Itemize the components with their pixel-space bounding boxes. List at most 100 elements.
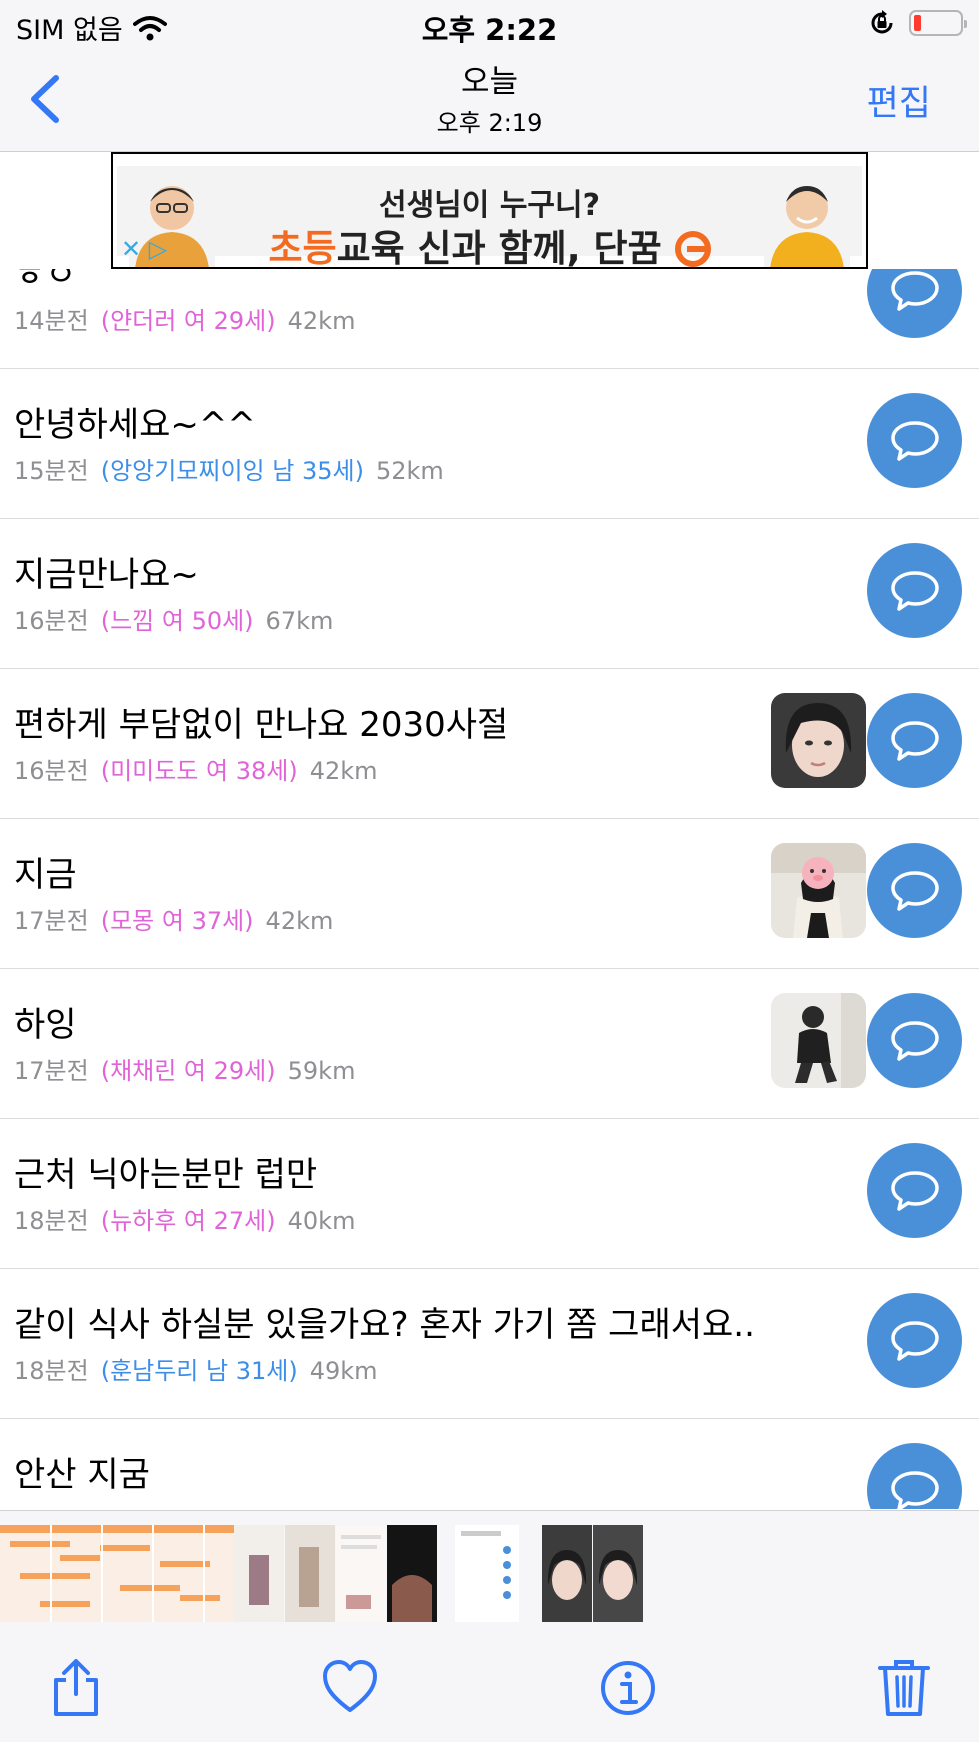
post-title: 하잉 — [14, 1005, 77, 1045]
status-right — [869, 10, 967, 36]
photo-thumbnail[interactable] — [455, 1525, 519, 1622]
profile-photo[interactable] — [771, 693, 866, 788]
speech-bubble-icon — [890, 720, 939, 761]
speech-bubble-icon — [890, 1470, 939, 1509]
post-time: 18분전 — [14, 1207, 89, 1235]
post-distance: 49km — [309, 1357, 378, 1385]
post-user[interactable]: (채채린 여 29세) — [101, 1057, 276, 1085]
post-meta: 17분전 (채채린 여 29세) 59km — [14, 1051, 355, 1086]
post-meta: 15분전 (앙앙기모찌이잉 남 35세) 52km — [14, 451, 444, 486]
post-meta: 14분전 (얀더러 여 29세) 42km — [14, 301, 355, 336]
chat-button[interactable] — [867, 693, 962, 788]
chat-button[interactable] — [867, 1293, 962, 1388]
speech-bubble-icon — [890, 1020, 939, 1061]
post-time: 16분전 — [14, 607, 89, 635]
status-bar: SIM 없음 오후 2:22 — [0, 0, 979, 50]
list-item[interactable]: 안녕하세요~^^ 15분전 (앙앙기모찌이잉 남 35세) 52km — [0, 369, 979, 519]
list-item[interactable]: ㅎㅇ 14분전 (얀더러 여 29세) 42km — [0, 269, 979, 369]
post-user[interactable]: (미미도도 여 38세) — [101, 757, 298, 785]
ad-slogan-mid: 교육 신과 함께, — [336, 227, 594, 269]
post-distance: 40km — [287, 1207, 356, 1235]
rotation-lock-icon — [871, 10, 893, 34]
post-distance: 42km — [309, 757, 378, 785]
profile-photo[interactable] — [771, 993, 866, 1088]
list-item[interactable]: 근처 닉아는분만 럽만 18분전 (뉴하후 여 27세) 40km — [0, 1119, 979, 1269]
ad-slogan: 초등교육 신과 함께, 단꿈 — [117, 218, 862, 269]
post-title: 안녕하세요~^^ — [14, 405, 256, 445]
nav-bar: 오늘 오후 2:19 편집 — [0, 50, 979, 152]
ad-banner[interactable]: 선생님이 누구니? 초등교육 신과 함께, 단꿈 ✕ ▷ — [111, 152, 868, 269]
ad-choices-icon[interactable]: ✕ ▷ — [121, 235, 167, 263]
post-time: 16분전 — [14, 757, 89, 785]
chat-button[interactable] — [867, 543, 962, 638]
photo-thumbnail[interactable] — [593, 1525, 643, 1622]
post-time: 17분전 — [14, 907, 89, 935]
post-distance: 42km — [287, 307, 356, 335]
post-user[interactable]: (느낌 여 50세) — [101, 607, 254, 635]
chat-button[interactable] — [867, 843, 962, 938]
photo-strip — [0, 1510, 979, 1630]
heart-icon[interactable] — [322, 1658, 378, 1718]
post-time: 18분전 — [14, 1357, 89, 1385]
photo-thumbnail[interactable] — [336, 1525, 386, 1622]
photo-thumbnail[interactable] — [0, 1525, 234, 1622]
nav-subtitle: 오후 2:19 — [436, 109, 543, 137]
battery-level — [914, 15, 921, 31]
speech-bubble-icon — [890, 420, 939, 461]
post-time: 14분전 — [14, 307, 89, 335]
post-meta: 18분전 (뉴하후 여 27세) 40km — [14, 1201, 355, 1236]
list-item[interactable]: 같이 식사 하실분 있을가요? 혼자 가기 쫌 그래서요.. 18분전 (훈남두리… — [0, 1269, 979, 1419]
edit-button[interactable]: 편집 — [867, 75, 931, 126]
post-user[interactable]: (모몽 여 37세) — [101, 907, 254, 935]
post-time: 17분전 — [14, 1057, 89, 1085]
ad-slogan-highlight: 초등 — [268, 227, 337, 269]
post-distance: 42km — [265, 907, 334, 935]
post-user[interactable]: (뉴하후 여 27세) — [101, 1207, 276, 1235]
ad-logo-icon — [674, 231, 711, 267]
speech-bubble-icon — [890, 270, 939, 311]
post-distance: 52km — [375, 457, 444, 485]
profile-photo[interactable] — [771, 843, 866, 938]
list-item[interactable]: 지금 17분전 (모몽 여 37세) 42km — [0, 819, 979, 969]
speech-bubble-icon — [890, 870, 939, 911]
status-time: 오후 2:22 — [421, 13, 558, 47]
chat-button[interactable] — [867, 393, 962, 488]
chat-button[interactable] — [867, 1143, 962, 1238]
speech-bubble-icon — [890, 570, 939, 611]
chat-button[interactable] — [867, 1443, 962, 1509]
chat-button[interactable] — [867, 269, 962, 338]
photo-thumbnail[interactable] — [285, 1525, 335, 1622]
ad-slogan-brand: 단꿈 — [593, 227, 662, 269]
post-title: ㅎㅇ — [14, 269, 77, 295]
post-list: ㅎㅇ 14분전 (얀더러 여 29세) 42km 안녕하세요~^^ 15분전 (앙앙기… — [0, 269, 979, 1509]
list-item[interactable]: 편하게 부담없이 만나요 2030사절 16분전 (미미도도 여 38세) 42km — [0, 669, 979, 819]
list-item[interactable]: 하잉 17분전 (채채린 여 29세) 59km — [0, 969, 979, 1119]
speech-bubble-icon — [890, 1320, 939, 1361]
post-user[interactable]: (훈남두리 남 31세) — [101, 1357, 298, 1385]
info-icon[interactable] — [600, 1658, 656, 1718]
post-distance: 59km — [287, 1057, 356, 1085]
post-title: 지금 — [14, 855, 77, 895]
photo-thumbnail[interactable] — [542, 1525, 592, 1622]
bottom-toolbar — [0, 1630, 979, 1742]
list-item[interactable]: 안산 지굼 — [0, 1419, 979, 1509]
post-distance: 67km — [265, 607, 334, 635]
photo-thumbnail[interactable] — [234, 1525, 284, 1622]
trash-icon[interactable] — [876, 1658, 932, 1718]
ad-person-image — [764, 174, 850, 267]
post-meta: 17분전 (모몽 여 37세) 42km — [14, 901, 333, 936]
post-user[interactable]: (앙앙기모찌이잉 남 35세) — [101, 457, 364, 485]
post-user[interactable]: (얀더러 여 29세) — [101, 307, 276, 335]
chat-button[interactable] — [867, 993, 962, 1088]
nav-title: 오늘 — [460, 64, 519, 100]
post-title: 편하게 부담없이 만나요 2030사절 — [14, 705, 509, 745]
list-item[interactable]: 지금만나요~ 16분전 (느낌 여 50세) 67km — [0, 519, 979, 669]
ad-content: 선생님이 누구니? 초등교육 신과 함께, 단꿈 — [117, 166, 862, 267]
post-title: 안산 지굼 — [14, 1455, 150, 1495]
speech-bubble-icon — [890, 1170, 939, 1211]
share-icon[interactable] — [48, 1658, 104, 1718]
battery-icon — [909, 10, 967, 36]
post-time: 15분전 — [14, 457, 89, 485]
post-meta: 18분전 (훈남두리 남 31세) 49km — [14, 1351, 378, 1386]
photo-thumbnail[interactable] — [387, 1525, 437, 1622]
